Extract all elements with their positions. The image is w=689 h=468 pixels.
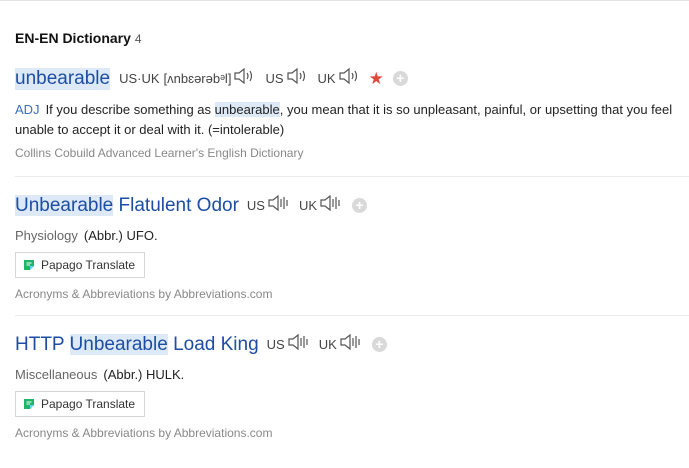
pron-uk-label: UK: [317, 71, 336, 86]
add-icon[interactable]: +: [352, 198, 368, 213]
abbreviation: (Abbr.) UFO.: [83, 228, 158, 243]
speaker-icon[interactable]: [338, 66, 360, 91]
definition: ADJ If you describe something as unbearab…: [15, 100, 675, 140]
papago-translate-button[interactable]: Papago Translate: [15, 391, 146, 417]
phonetic: [ʌnbɛərəbᵊl]: [163, 71, 232, 86]
word-rest: Load King: [167, 333, 259, 355]
word-highlight: Unbearable: [15, 194, 114, 216]
pron-uk-label: UK: [298, 198, 318, 213]
entry-word-link[interactable]: unbearable: [15, 67, 111, 90]
speaker-icon[interactable]: [267, 193, 291, 218]
speaker-icon[interactable]: [286, 66, 308, 91]
category-label: Physiology: [15, 228, 78, 243]
papago-icon: [23, 398, 35, 410]
entry-source: Acronyms & Abbreviations by Abbreviation…: [15, 426, 273, 440]
speaker-icon[interactable]: [233, 66, 255, 91]
pron-us-uk-label: US·UK: [119, 71, 160, 86]
entry-source: Acronyms & Abbreviations by Abbreviation…: [15, 287, 273, 301]
word-prefix: HTTP: [15, 333, 70, 355]
add-icon[interactable]: +: [392, 71, 408, 86]
speaker-icon[interactable]: [319, 193, 343, 218]
definition-highlight: unbearable: [214, 102, 280, 117]
divider: [15, 315, 689, 316]
part-of-speech: ADJ: [15, 102, 40, 117]
entry-word-link[interactable]: HTTP Unbearable Load King: [15, 333, 259, 356]
definition: Miscellaneous (Abbr.) HULK.: [15, 367, 675, 382]
entry-http-unbearable-load-king: HTTP Unbearable Load King US UK + Miscel…: [15, 332, 675, 440]
pron-us-label: US: [265, 71, 284, 86]
speaker-icon[interactable]: [339, 332, 363, 357]
pron-us-label: US: [246, 198, 265, 213]
star-icon[interactable]: ★: [369, 70, 384, 87]
category-label: Miscellaneous: [15, 367, 98, 382]
speaker-icon[interactable]: [287, 332, 311, 357]
entry-word-link[interactable]: Unbearable Flatulent Odor: [15, 194, 239, 217]
section-title: EN-EN Dictionary: [15, 30, 131, 46]
abbreviation: (Abbr.) HULK.: [103, 367, 185, 382]
definition: Physiology (Abbr.) UFO.: [15, 228, 675, 243]
entry-source: Collins Cobuild Advanced Learner's Engli…: [15, 146, 304, 160]
papago-icon: [23, 259, 35, 271]
pron-uk-label: UK: [318, 337, 337, 352]
entry-unbearable: unbearable US·UK [ʌnbɛərəbᵊl] US UK ★ + …: [15, 66, 675, 160]
entry-unbearable-flatulent-odor: Unbearable Flatulent Odor US UK + Physio…: [15, 193, 675, 301]
papago-translate-button[interactable]: Papago Translate: [15, 252, 146, 278]
word-highlight: Unbearable: [69, 333, 168, 355]
divider: [15, 176, 689, 177]
papago-translate-label: Papago Translate: [41, 258, 136, 272]
definition-text-start: If you describe something as: [45, 102, 212, 117]
add-icon[interactable]: +: [371, 337, 387, 352]
papago-translate-label: Papago Translate: [41, 397, 136, 411]
top-border: [0, 0, 689, 1]
pron-us-label: US: [266, 337, 285, 352]
dictionary-header: EN-EN Dictionary 4: [15, 30, 142, 48]
word-rest: Flatulent Odor: [113, 194, 239, 216]
result-count: 4: [134, 32, 142, 46]
